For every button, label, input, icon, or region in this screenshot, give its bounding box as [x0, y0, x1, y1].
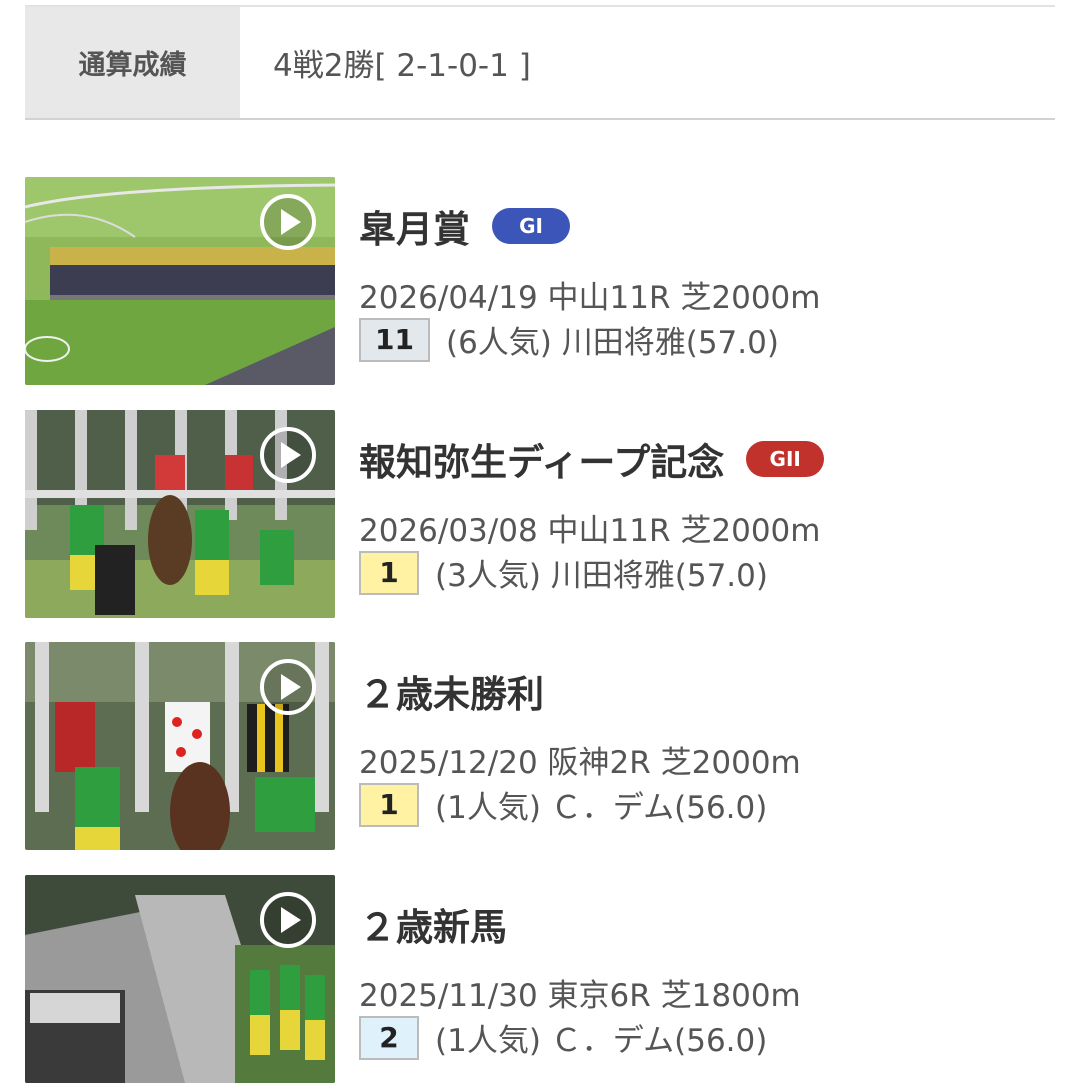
race-entry[interactable]: ２歳未勝利 2025/12/20 阪神2R 芝2000m 1 (1人気) Ｃ．デ…: [25, 642, 1055, 850]
race-video-thumbnail[interactable]: [25, 875, 335, 1083]
race-result: 11 (6人気) 川田将雅(57.0): [359, 317, 779, 362]
race-date-venue: 2025/12/20 阪神2R 芝2000m: [359, 745, 801, 781]
race-title[interactable]: ２歳新馬: [359, 897, 507, 951]
finish-position-badge: 1: [359, 782, 419, 827]
race-result: 1 (1人気) Ｃ．デム(56.0): [359, 782, 767, 827]
race-name[interactable]: 皐月賞: [359, 199, 470, 253]
career-summary-row: 通算成績 4戦2勝[ 2-1-0-1 ]: [25, 5, 1055, 120]
race-title[interactable]: ２歳未勝利: [359, 664, 544, 718]
race-title[interactable]: 報知弥生ディープ記念 GII: [359, 432, 825, 486]
race-date-venue: 2026/03/08 中山11R 芝2000m: [359, 513, 821, 549]
race-video-thumbnail[interactable]: [25, 410, 335, 618]
race-entry[interactable]: 皐月賞 GI 2026/04/19 中山11R 芝2000m 11 (6人気) …: [25, 177, 1055, 385]
play-icon[interactable]: [259, 193, 317, 251]
race-date-venue: 2025/11/30 東京6R 芝1800m: [359, 978, 801, 1014]
play-icon[interactable]: [259, 891, 317, 949]
race-video-thumbnail[interactable]: [25, 642, 335, 850]
race-name[interactable]: ２歳未勝利: [359, 664, 544, 718]
finish-position-badge: 1: [359, 550, 419, 595]
finish-position-badge: 2: [359, 1015, 419, 1060]
finish-position-badge: 11: [359, 317, 430, 362]
race-name[interactable]: ２歳新馬: [359, 897, 507, 951]
career-summary-value: 4戦2勝[ 2-1-0-1 ]: [273, 48, 531, 84]
grade-badge: GI: [492, 208, 570, 244]
race-entry[interactable]: 報知弥生ディープ記念 GII 2026/03/08 中山11R 芝2000m 1…: [25, 410, 1055, 618]
popularity-jockey-weight: (3人気) 川田将雅(57.0): [435, 558, 768, 594]
race-date-venue: 2026/04/19 中山11R 芝2000m: [359, 280, 821, 316]
race-video-thumbnail[interactable]: [25, 177, 335, 385]
popularity-jockey-weight: (1人気) Ｃ．デム(56.0): [435, 1023, 768, 1059]
race-name[interactable]: 報知弥生ディープ記念: [359, 432, 724, 486]
play-icon[interactable]: [259, 426, 317, 484]
popularity-jockey-weight: (1人気) Ｃ．デム(56.0): [435, 790, 768, 826]
grade-badge: GII: [746, 441, 825, 477]
career-summary-label: 通算成績: [25, 7, 240, 118]
race-entry[interactable]: ２歳新馬 2025/11/30 東京6R 芝1800m 2 (1人気) Ｃ．デム…: [25, 875, 1055, 1083]
race-result: 1 (3人気) 川田将雅(57.0): [359, 550, 768, 595]
play-icon[interactable]: [259, 658, 317, 716]
popularity-jockey-weight: (6人気) 川田将雅(57.0): [445, 325, 779, 361]
race-title[interactable]: 皐月賞 GI: [359, 199, 570, 253]
race-result: 2 (1人気) Ｃ．デム(56.0): [359, 1015, 767, 1060]
